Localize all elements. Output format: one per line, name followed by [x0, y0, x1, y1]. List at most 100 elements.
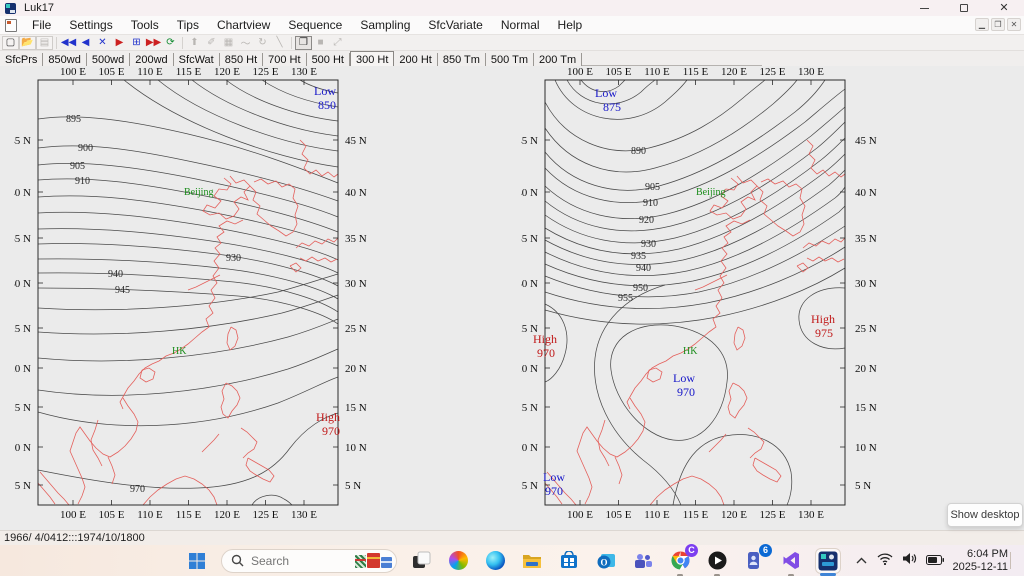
start-button[interactable]: [184, 548, 210, 574]
menu-tools[interactable]: Tools: [122, 16, 168, 34]
wifi-icon: [877, 553, 893, 565]
svg-text:940: 940: [108, 269, 123, 280]
draw-button[interactable]: ✐: [203, 36, 220, 50]
svg-text:105 E: 105 E: [99, 509, 125, 521]
lon-labels-bottom: 100 E105 E110 E115 E120 E125 E130 E: [567, 509, 824, 521]
svg-text:935: 935: [631, 251, 646, 262]
scale-button[interactable]: ⤢: [329, 36, 346, 50]
lon-labels-top: 100 E105 E110 E115 E120 E125 E130 E: [60, 66, 317, 78]
svg-text:HK: HK: [683, 346, 698, 357]
svg-text:100 E: 100 E: [60, 66, 86, 78]
toolbar: ▢ 📂 ▤ ◀◀ ◀ ✕ ▶ ⊞ ▶▶ ⟳ ⬆ ✐ ▦ 〜 ↻ ╲ ❐ ■ ⤢: [0, 35, 1024, 51]
line-button[interactable]: ╲: [271, 36, 288, 50]
menu-normal[interactable]: Normal: [492, 16, 549, 34]
show-desktop-edge[interactable]: [1010, 552, 1011, 569]
svg-text:110 E: 110 E: [137, 66, 163, 78]
svg-text:40 N: 40 N: [521, 187, 538, 199]
grid-button[interactable]: ▦: [220, 36, 237, 50]
svg-text:110 E: 110 E: [137, 509, 163, 521]
phone-link-badge: 6: [759, 544, 772, 557]
visual-studio-button[interactable]: [778, 548, 804, 574]
lat-labels-right: 45 N40 N35 N30 N25 N20 N15 N10 N5 N: [855, 135, 877, 492]
wifi-button[interactable]: [877, 552, 893, 570]
task-view-button[interactable]: [408, 548, 434, 574]
step-back-button[interactable]: ◀: [77, 36, 94, 50]
edge-button[interactable]: [482, 548, 508, 574]
rotate-button[interactable]: ↻: [254, 36, 271, 50]
cancel-button[interactable]: ✕: [94, 36, 111, 50]
menu-help[interactable]: Help: [549, 16, 592, 34]
map-plot-left: 100 E105 E110 E115 E120 E125 E130 E 100 …: [14, 66, 367, 521]
active-app-indicator: [820, 573, 836, 576]
teams-button[interactable]: [630, 548, 656, 574]
phone-link-button[interactable]: 6: [741, 548, 767, 574]
copilot-button[interactable]: [445, 548, 471, 574]
taskbar-clock[interactable]: 6:04 PM 2025-12-11: [953, 548, 1008, 574]
save-button[interactable]: ▤: [36, 36, 53, 50]
svg-text:25 N: 25 N: [855, 323, 877, 335]
fast-forward-button[interactable]: ▶▶: [145, 36, 162, 50]
taskbar-search[interactable]: [221, 549, 397, 573]
mdi-restore-button[interactable]: ❐: [991, 18, 1005, 31]
menu-settings[interactable]: Settings: [60, 16, 121, 34]
play-button[interactable]: ▶: [111, 36, 128, 50]
chart-client-area: 100 E105 E110 E115 E120 E125 E130 E 100 …: [0, 66, 1024, 530]
svg-text:High: High: [811, 312, 835, 326]
menu-file[interactable]: File: [23, 16, 60, 34]
svg-text:130 E: 130 E: [291, 509, 317, 521]
menu-sfcvariate[interactable]: SfcVariate: [419, 16, 491, 34]
close-button[interactable]: ✕: [984, 0, 1024, 16]
file-explorer-button[interactable]: [519, 548, 545, 574]
svg-text:120 E: 120 E: [214, 509, 240, 521]
svg-text:130 E: 130 E: [798, 509, 824, 521]
battery-button[interactable]: [926, 552, 944, 570]
tab-200ht[interactable]: 200 Ht: [394, 53, 437, 66]
svg-text:910: 910: [643, 198, 658, 209]
menu-chartview[interactable]: Chartview: [208, 16, 279, 34]
restore-button[interactable]: [944, 0, 984, 16]
svg-text:905: 905: [70, 161, 85, 172]
weather-map-left[interactable]: 100 E105 E110 E115 E120 E125 E130 E 100 …: [14, 64, 374, 526]
window-layout-button[interactable]: ❐: [295, 36, 312, 50]
menu-tips[interactable]: Tips: [168, 16, 208, 34]
curve-button[interactable]: 〜: [237, 36, 254, 50]
svg-text:5 N: 5 N: [522, 480, 538, 492]
svg-text:120 E: 120 E: [721, 509, 747, 521]
menu-sequence[interactable]: Sequence: [279, 16, 351, 34]
svg-text:High: High: [316, 410, 340, 424]
tray-overflow-button[interactable]: [855, 552, 868, 570]
chrome-button[interactable]: C: [667, 548, 693, 574]
frame-step-button[interactable]: ⊞: [128, 36, 145, 50]
lat-labels-right: 45 N40 N35 N30 N25 N20 N15 N10 N5 N: [345, 135, 367, 492]
svg-text:110 E: 110 E: [644, 509, 670, 521]
media-player-button[interactable]: [704, 548, 730, 574]
mdi-minimize-button[interactable]: ▁: [975, 18, 989, 31]
tab-850tm[interactable]: 850 Tm: [438, 53, 486, 66]
outlook-button[interactable]: O: [593, 548, 619, 574]
svg-text:125 E: 125 E: [760, 66, 786, 78]
volume-button[interactable]: [902, 552, 917, 570]
weather-map-right[interactable]: 100 E105 E110 E115 E120 E125 E130 E 100 …: [521, 64, 889, 526]
svg-text:Low: Low: [314, 84, 336, 98]
svg-text:5 N: 5 N: [855, 480, 871, 492]
teams-icon: [634, 552, 653, 570]
svg-text:High: High: [533, 332, 557, 346]
microsoft-store-button[interactable]: [556, 548, 582, 574]
luk17-taskbar-button[interactable]: [815, 548, 841, 574]
svg-text:950: 950: [633, 283, 648, 294]
new-file-button[interactable]: ▢: [2, 36, 19, 50]
refresh-button[interactable]: ⟳: [162, 36, 179, 50]
upload-button[interactable]: ⬆: [186, 36, 203, 50]
chevron-up-icon: [855, 556, 868, 565]
open-folder-button[interactable]: 📂: [19, 36, 36, 50]
search-input[interactable]: [251, 554, 343, 568]
skip-back-button[interactable]: ◀◀: [60, 36, 77, 50]
svg-text:20 N: 20 N: [345, 363, 367, 375]
stop-button[interactable]: ■: [312, 36, 329, 50]
mdi-close-button[interactable]: ✕: [1007, 18, 1021, 31]
svg-text:15 N: 15 N: [855, 402, 877, 414]
document-icon[interactable]: [5, 19, 17, 32]
minimize-icon: [920, 8, 929, 9]
minimize-button[interactable]: [904, 0, 944, 16]
menu-sampling[interactable]: Sampling: [351, 16, 419, 34]
